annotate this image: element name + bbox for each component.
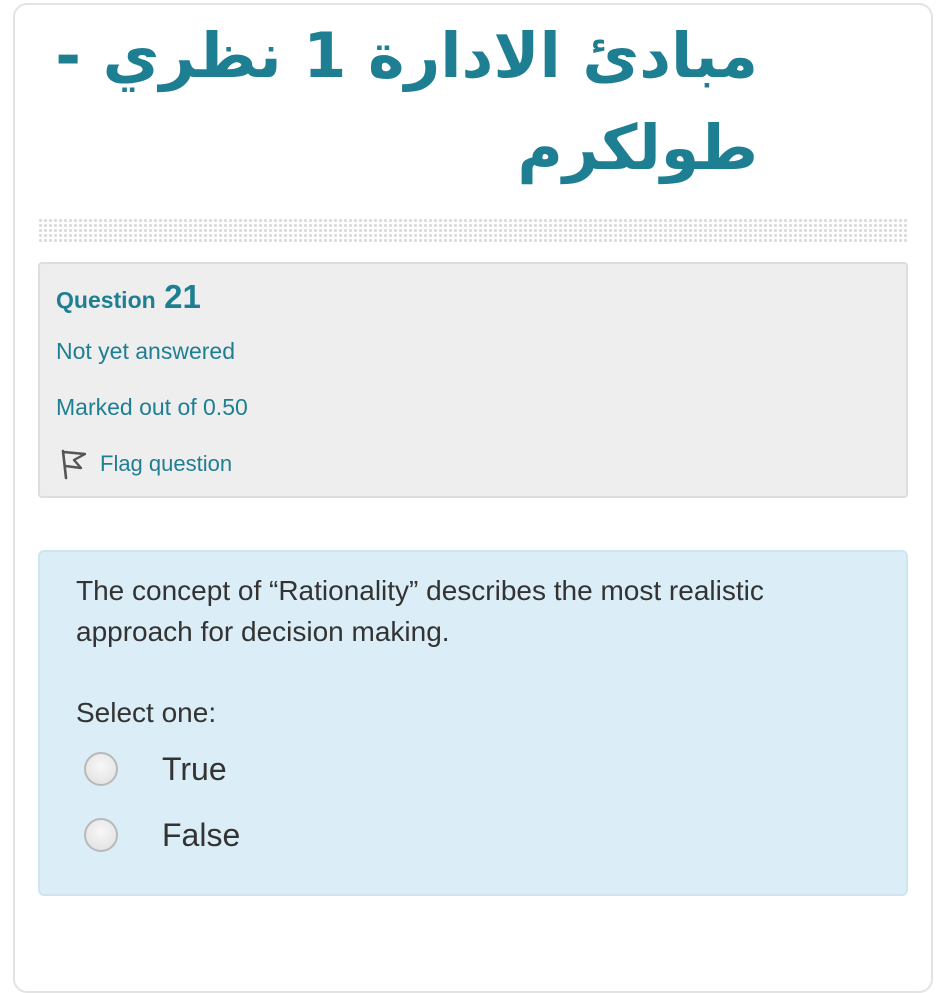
answer-label-true: True — [162, 750, 227, 787]
question-number-value: 21 — [164, 278, 201, 315]
answer-label-false: False — [162, 816, 241, 853]
question-text: The concept of “Rationality” describes t… — [76, 575, 764, 647]
question-info-panel: Question 21 Not yet answered Marked out … — [38, 262, 908, 498]
radio-false[interactable] — [84, 818, 118, 852]
flag-icon — [61, 449, 87, 480]
flag-question-button[interactable]: Flag question — [56, 444, 232, 484]
title-divider — [38, 218, 908, 242]
radio-true[interactable] — [84, 752, 118, 786]
course-title: مبادئ الادارة 1 نظري - طولكرم — [55, 19, 758, 184]
question-grade: Marked out of 0.50 — [56, 394, 248, 420]
answer-option-false[interactable]: False — [84, 814, 240, 856]
question-label: Question — [56, 287, 156, 313]
question-formulation: The concept of “Rationality” describes t… — [38, 550, 908, 896]
question-number: Question 21 — [56, 278, 201, 316]
select-one-prompt: Select one: — [76, 697, 217, 728]
answer-option-true[interactable]: True — [84, 748, 227, 790]
question-state: Not yet answered — [56, 338, 235, 364]
flag-question-label: Flag question — [100, 451, 233, 476]
